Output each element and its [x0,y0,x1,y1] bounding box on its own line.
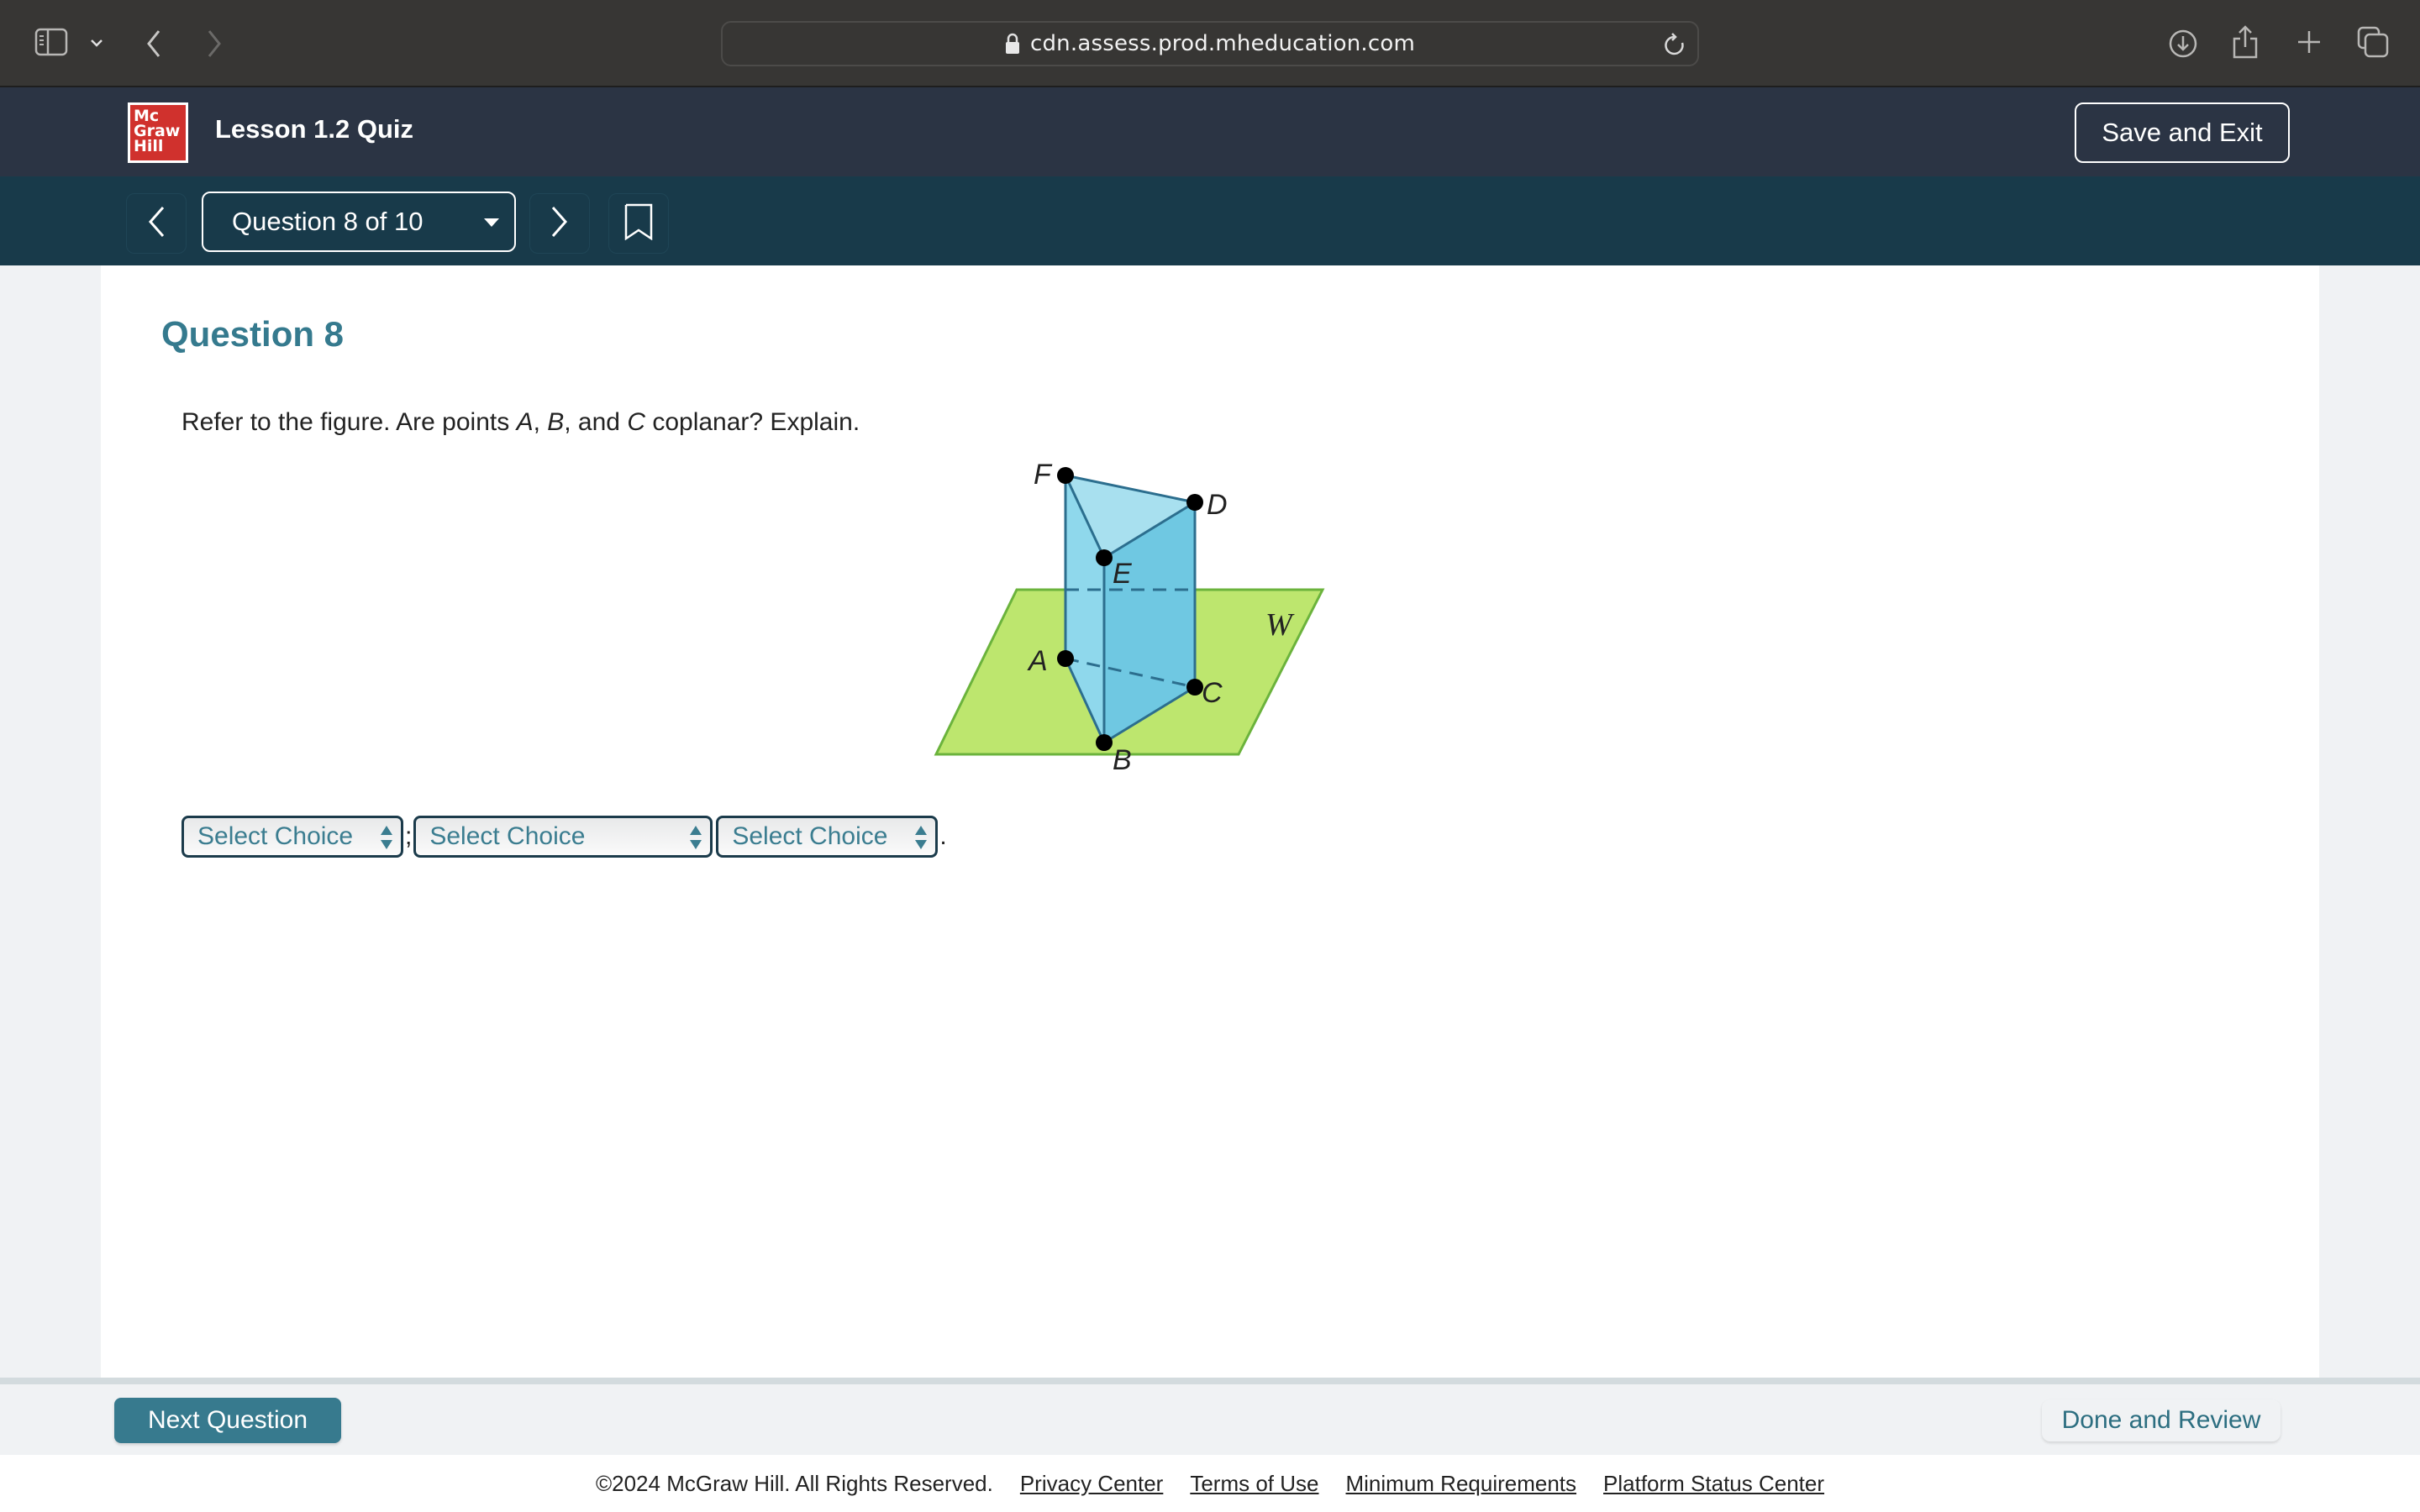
label-e: E [1113,558,1132,590]
chevron-left-icon [146,205,166,243]
share-icon[interactable] [2230,24,2260,60]
label-c: C [1202,677,1223,709]
bookmark-button[interactable] [608,193,669,254]
platform-status-center-link[interactable]: Platform Status Center [1603,1471,1824,1497]
point-f [1057,467,1074,484]
select-value: Select Choice [197,822,354,850]
left-gutter [0,265,101,1378]
question-navigation-bar: Question 8 of 10 [0,176,2420,265]
prism-plane-figure: F D E A C B W [934,459,1325,776]
answer-select-2[interactable]: Select Choice [413,816,713,858]
minimum-requirements-link[interactable]: Minimum Requirements [1346,1471,1577,1497]
question-prompt: Refer to the figure. Are points A, B, an… [182,408,860,437]
question-selector-label: Question 8 of 10 [232,207,424,236]
back-icon[interactable] [141,27,166,60]
save-and-exit-button[interactable]: Save and Exit [2075,102,2290,163]
label-d: D [1207,489,1228,521]
point-label: B [547,408,565,436]
answer-select-3[interactable]: Select Choice [716,816,939,858]
bookmark-icon [624,203,653,244]
point-b [1096,734,1113,751]
answer-select-1[interactable]: Select Choice [182,816,403,858]
punctuation: ; [405,822,413,850]
app-header: Mc Graw Hill Lesson 1.2 Quiz Save and Ex… [0,87,2420,176]
updown-arrows-icon [915,826,928,849]
forward-icon[interactable] [202,27,227,60]
new-tab-icon[interactable] [2294,27,2324,57]
copyright-text: ©2024 McGraw Hill. All Rights Reserved. [595,1470,993,1496]
tabs-overview-icon[interactable] [2356,25,2390,59]
url-text: cdn.assess.prod.mheducation.com [1029,31,1416,56]
caret-down-icon [484,218,499,227]
chevron-right-icon [550,205,570,243]
prompt-text: , [533,408,548,436]
question-heading: Question 8 [161,314,345,354]
punctuation: . [939,822,947,850]
privacy-center-link[interactable]: Privacy Center [1020,1471,1164,1497]
label-a: A [1027,645,1048,677]
question-card: Question 8 Refer to the figure. Are poin… [101,265,2319,1378]
point-label: A [516,408,534,436]
updown-arrows-icon [690,826,702,849]
address-bar[interactable]: cdn.assess.prod.mheducation.com [721,21,1699,66]
select-value: Select Choice [732,822,888,850]
footer-divider [0,1378,2420,1384]
prompt-text: , and [564,408,628,436]
point-a [1057,650,1074,667]
answer-row: Select Choice ; Select Choice Select Cho… [182,815,949,858]
right-gutter [2319,265,2420,1378]
prompt-text: Refer to the figure. Are points [182,408,517,436]
sidebar-icon[interactable] [34,27,69,57]
select-value: Select Choice [429,822,586,850]
point-e [1096,549,1113,566]
previous-question-button[interactable] [126,193,187,254]
terms-of-use-link[interactable]: Terms of Use [1190,1471,1318,1497]
lock-icon [1005,33,1020,55]
chevron-down-icon[interactable] [87,34,106,52]
footer-bar: Next Question Done and Review [0,1384,2420,1455]
legal-footer: ©2024 McGraw Hill. All Rights Reserved. … [0,1455,2420,1512]
done-and-review-button[interactable]: Done and Review [2042,1399,2281,1441]
download-icon[interactable] [2166,27,2200,60]
next-question-button[interactable]: Next Question [114,1398,341,1443]
next-question-arrow-button[interactable] [529,193,590,254]
updown-arrows-icon [381,826,392,849]
question-selector[interactable]: Question 8 of 10 [202,192,516,252]
browser-toolbar: cdn.assess.prod.mheducation.com [0,0,2420,87]
lesson-title: Lesson 1.2 Quiz [215,114,414,144]
logo-line: Hill [134,137,164,155]
point-c [1186,679,1203,696]
mcgraw-hill-logo: Mc Graw Hill [128,102,188,163]
label-b: B [1113,744,1132,776]
label-f: F [1034,459,1053,491]
reload-icon[interactable] [1664,33,1686,58]
point-label: C [627,408,645,436]
prompt-text: coplanar? Explain. [645,408,860,436]
label-plane-w: W [1265,607,1295,643]
point-d [1186,494,1203,511]
